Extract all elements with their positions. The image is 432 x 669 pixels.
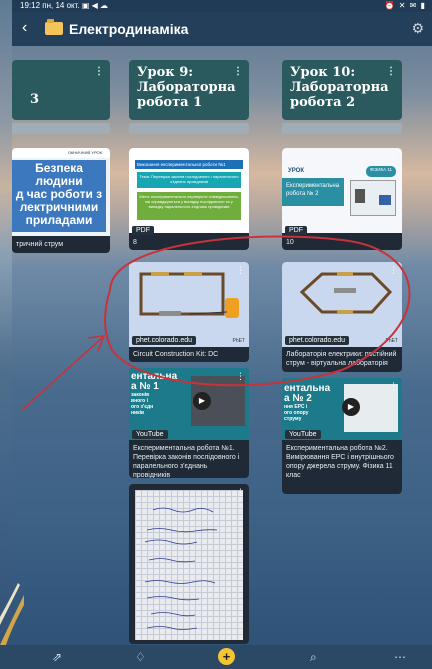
column-add-bar[interactable] bbox=[12, 123, 110, 134]
column-header[interactable]: Урок 9: Лабораторна робота 1 ⋮ bbox=[129, 60, 249, 120]
card-caption: Експериментальна робота №1. Перевірка за… bbox=[133, 445, 240, 478]
decorative-swoosh bbox=[0, 583, 24, 645]
more-icon[interactable]: ⋯ bbox=[394, 650, 406, 664]
column-header[interactable]: 3 ⋮ bbox=[12, 60, 110, 120]
notebook-photo bbox=[135, 490, 243, 640]
back-icon[interactable]: ‹ bbox=[22, 19, 27, 37]
subject-badge: ФІЗИКА 11 bbox=[365, 166, 396, 177]
more-icon[interactable]: ⋮ bbox=[236, 371, 245, 382]
status-time: 19:12 пн, 14 окт. ▣ ◀ ☁ bbox=[20, 1, 109, 10]
more-icon[interactable]: ⋮ bbox=[233, 64, 243, 79]
column-add-bar[interactable] bbox=[129, 123, 249, 134]
equipment-photo bbox=[350, 180, 396, 216]
post-card[interactable]: ⋮ bbox=[129, 484, 249, 644]
more-icon[interactable]: ⋮ bbox=[389, 381, 398, 392]
board-title: Електродинаміка bbox=[69, 21, 189, 37]
board: 19:12 пн, 14 окт. ▣ ◀ ☁ ⏰ ✕ ✉ ▮ ‹ Електр… bbox=[12, 0, 432, 669]
more-icon[interactable]: ⋮ bbox=[236, 487, 245, 498]
plus-icon[interactable]: + bbox=[218, 648, 235, 665]
column-header[interactable]: Урок 10: Лабораторна робота 2 ⋮ bbox=[282, 60, 402, 120]
app-bar: ‹ Електродинаміка ⚙ bbox=[12, 12, 432, 46]
more-icon[interactable]: ⋮ bbox=[389, 151, 398, 162]
red-annotation bbox=[21, 235, 411, 411]
search-icon[interactable]: ⌕ bbox=[310, 650, 317, 665]
share-icon[interactable]: ⇗ bbox=[52, 650, 62, 664]
youtube-tag: YouTube bbox=[132, 430, 168, 439]
handwriting bbox=[144, 507, 218, 630]
more-icon[interactable]: ⋮ bbox=[389, 265, 398, 276]
folder-icon bbox=[45, 19, 63, 35]
gear-icon[interactable]: ⚙ bbox=[411, 20, 424, 37]
more-icon[interactable]: ⋮ bbox=[386, 64, 396, 79]
youtube-tag: YouTube bbox=[285, 430, 321, 439]
more-icon[interactable]: ⋮ bbox=[236, 151, 245, 162]
card-caption: Експериментальна робота №2. Вимірювання … bbox=[286, 445, 394, 479]
status-bar: 19:12 пн, 14 окт. ▣ ◀ ☁ ⏰ ✕ ✉ ▮ bbox=[12, 0, 432, 12]
bell-icon[interactable]: ♢ bbox=[135, 650, 146, 664]
column-add-bar[interactable] bbox=[282, 123, 402, 134]
bottom-toolbar: ⇗ ♢ + ⌕ ⋯ bbox=[0, 645, 432, 669]
status-system-icons: ⏰ ✕ ✉ ▮ bbox=[384, 1, 426, 10]
card-thumbnail-text: Експериментальна робота № 2 bbox=[282, 178, 344, 206]
more-icon[interactable]: ⋮ bbox=[236, 265, 245, 276]
more-icon[interactable]: ⋮ bbox=[94, 64, 104, 79]
